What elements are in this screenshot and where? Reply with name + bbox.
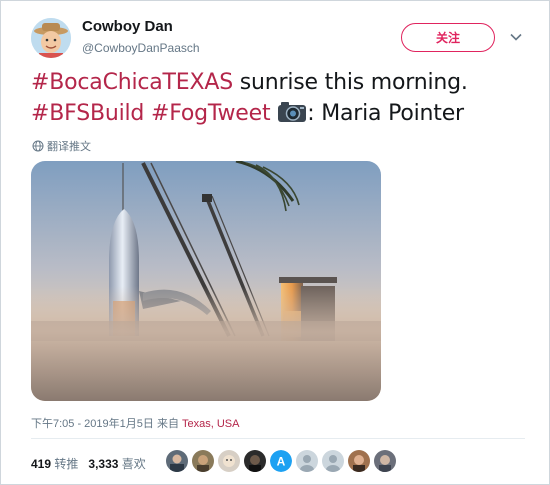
liker-avatar[interactable] <box>192 450 214 472</box>
hashtag-link[interactable]: #FogTweet <box>151 101 271 126</box>
tweet-card: Cowboy Dan @CowboyDanPaasch 关注 #BocaChic… <box>0 0 550 485</box>
retweets-stat[interactable]: 419 转推 <box>31 455 78 472</box>
liker-avatar[interactable] <box>322 450 344 472</box>
tweet-text-part: sunrise this morning. <box>232 70 468 95</box>
liker-avatar[interactable] <box>348 450 370 472</box>
liker-avatar[interactable] <box>374 450 396 472</box>
translate-link[interactable]: 翻译推文 <box>32 138 91 154</box>
location-link[interactable]: Texas, USA <box>182 418 239 430</box>
likes-count: 3,333 <box>88 457 119 471</box>
retweets-count: 419 <box>31 457 52 471</box>
timestamp-text[interactable]: 下午7:05 - 2019年1月5日 来自 <box>31 418 179 430</box>
tweet-text: #BocaChicaTEXAS sunrise this morning. #B… <box>31 67 531 132</box>
globe-icon <box>32 140 44 152</box>
tweet-text-part: : Maria Pointer <box>307 101 464 126</box>
display-name[interactable]: Cowboy Dan <box>82 18 173 35</box>
liker-avatars: A <box>166 450 396 472</box>
likes-stat[interactable]: 3,333 喜欢 <box>88 455 145 472</box>
retweets-label: 转推 <box>54 457 79 471</box>
liker-avatar[interactable] <box>244 450 266 472</box>
translate-label: 翻译推文 <box>47 141 91 153</box>
divider <box>31 438 525 439</box>
tweet-stats: 419 转推 3,333 喜欢 <box>31 455 146 472</box>
likes-label: 喜欢 <box>121 457 146 471</box>
liker-avatar[interactable] <box>218 450 240 472</box>
follow-button[interactable]: 关注 <box>401 23 495 52</box>
tweet-photo[interactable] <box>31 161 381 401</box>
liker-avatar[interactable] <box>296 450 318 472</box>
hashtag-link[interactable]: #BocaChicaTEXAS <box>31 70 233 95</box>
user-handle[interactable]: @CowboyDanPaasch <box>82 41 200 55</box>
liker-avatar[interactable]: A <box>270 450 292 472</box>
tweet-timestamp: 下午7:05 - 2019年1月5日 来自 Texas, USA <box>31 415 239 431</box>
camera-icon <box>277 101 307 132</box>
chevron-down-icon[interactable] <box>509 30 523 44</box>
avatar[interactable] <box>31 18 71 58</box>
hashtag-link[interactable]: #BFSBuild <box>31 101 144 126</box>
svg-text:A: A <box>277 455 286 469</box>
liker-avatar[interactable] <box>166 450 188 472</box>
